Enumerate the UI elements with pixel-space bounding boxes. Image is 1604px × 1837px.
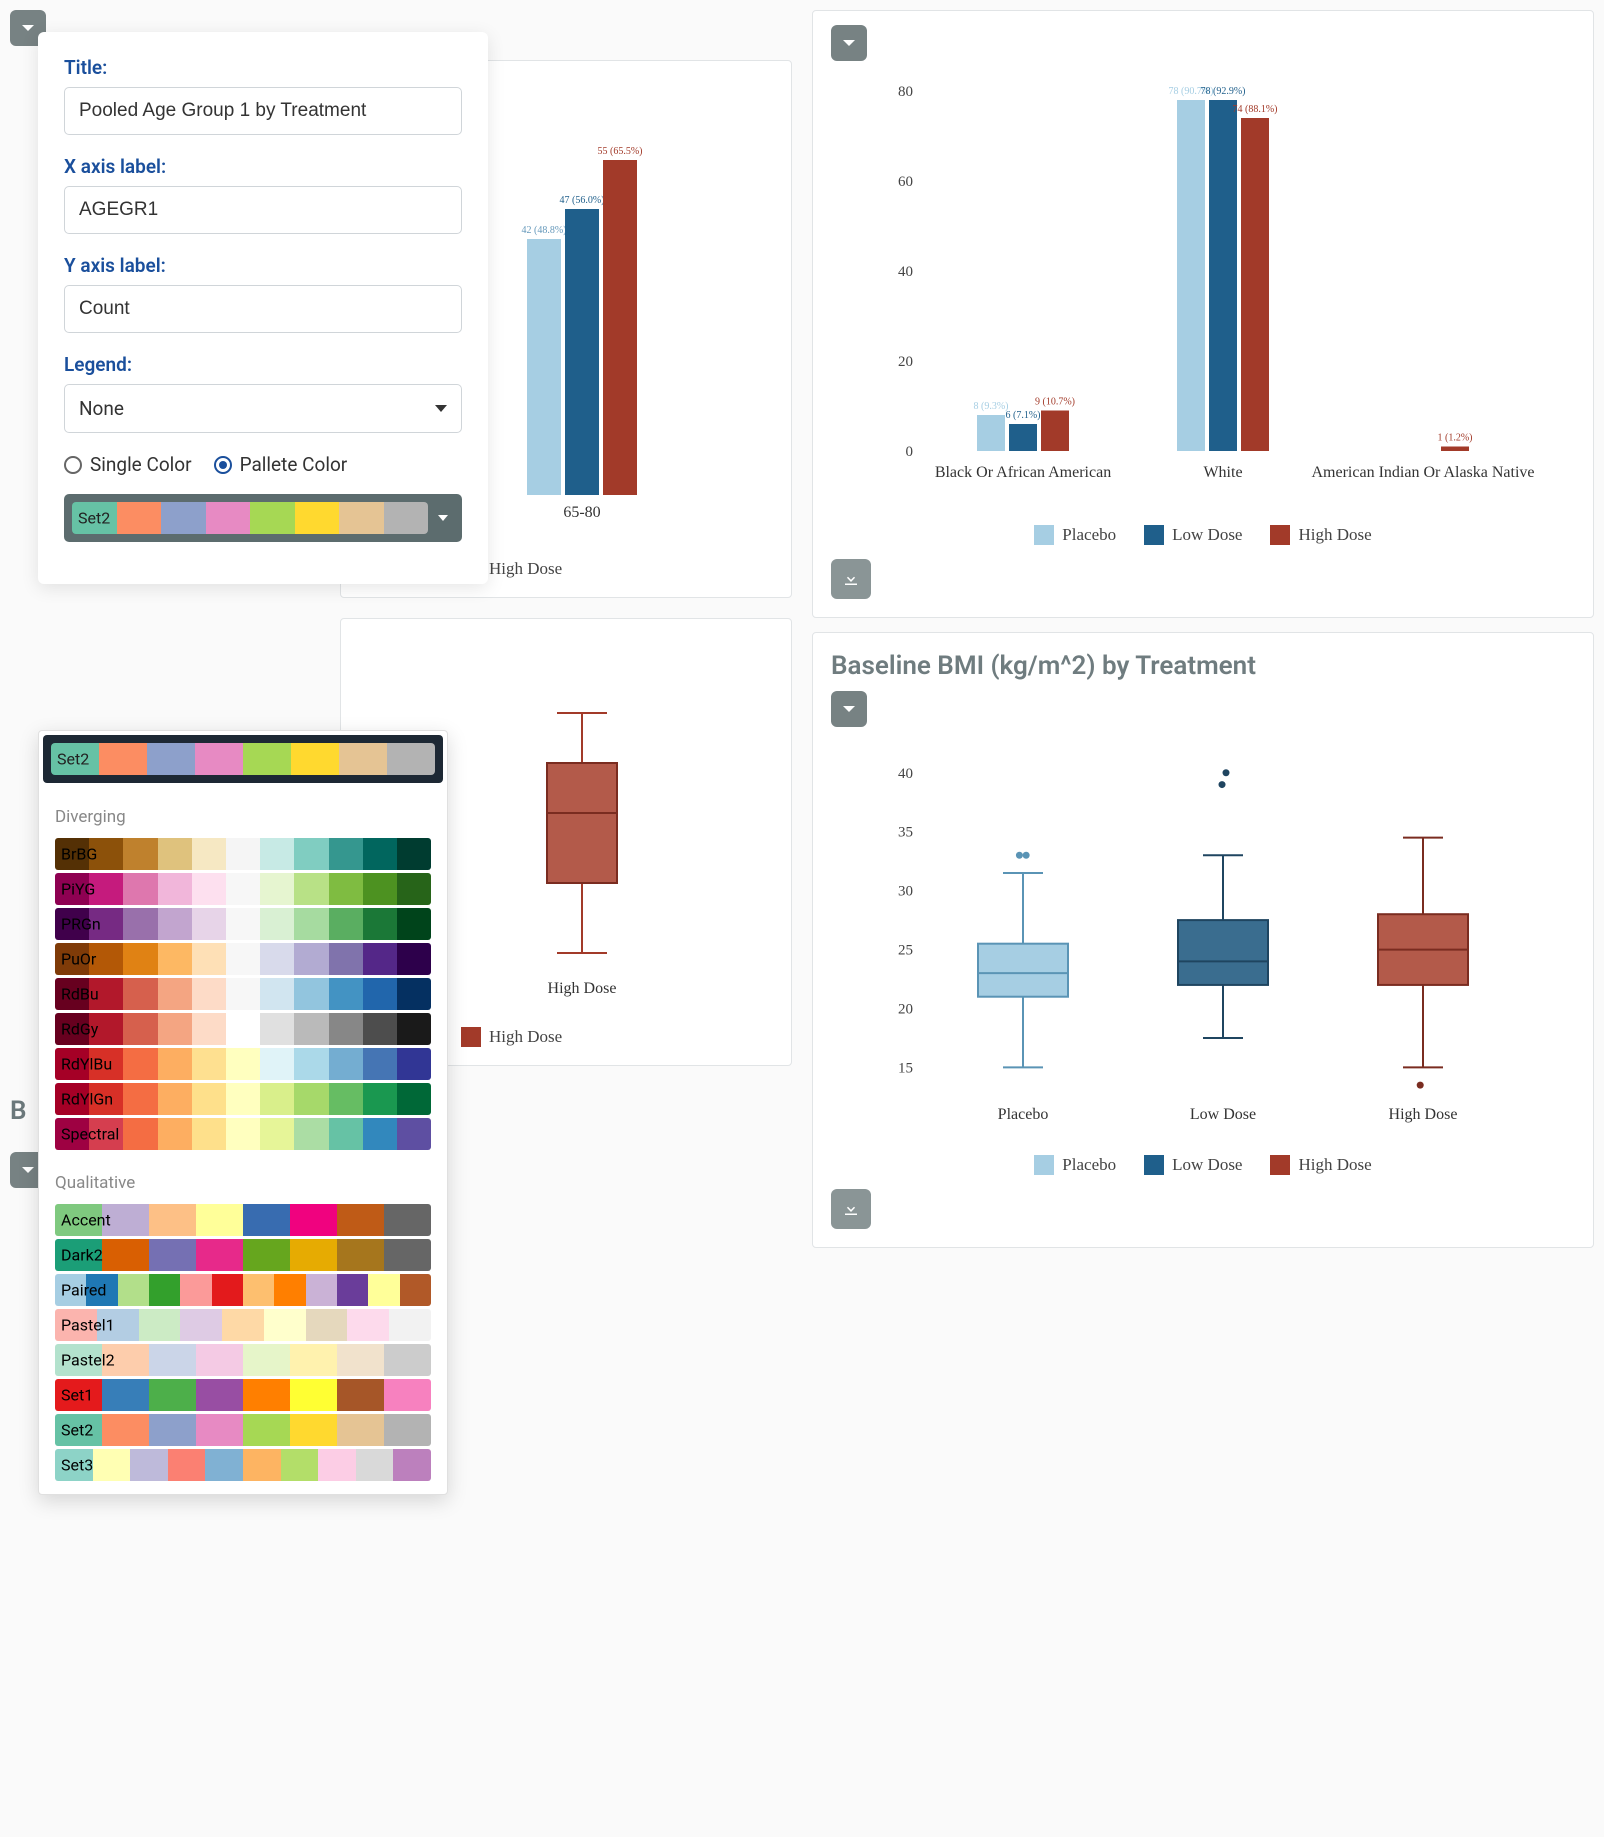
svg-text:American Indian Or Alaska Nati: American Indian Or Alaska Native [1311,464,1534,481]
y-axis-label: Y axis label: [64,254,462,277]
palette-dropdown: Set2 DivergingBrBGPiYGPRGnPuOrRdBuRdGyRd… [38,730,448,1495]
svg-text:20: 20 [898,1002,913,1018]
palette-option-spectral[interactable]: Spectral [55,1118,431,1150]
palette-option-piyg[interactable]: PiYG [55,873,431,905]
radio-single-color[interactable]: Single Color [64,453,192,476]
bmi-title: Baseline BMI (kg/m^2) by Treatment [831,651,1575,681]
svg-text:42 (48.8%): 42 (48.8%) [522,225,567,236]
bmi-chart: 15 20 25 30 35 40 Placebo Low Dose High Dose [831,741,1575,1141]
chart-settings-panel: Title: X axis label: Y axis label: Legen… [38,32,488,584]
svg-text:0: 0 [906,444,914,460]
truncated-title-left: B [10,1096,27,1126]
palette-option-set2[interactable]: Set2 [55,1414,431,1446]
race-legend: Placebo Low Dose High Dose [831,525,1575,545]
palette-option-brbg[interactable]: BrBG [55,838,431,870]
palette-dropdown-selected[interactable]: Set2 [43,735,443,783]
download-button-bmi[interactable] [831,1189,871,1229]
svg-text:80: 80 [898,84,913,100]
radio-palette-color[interactable]: Pallete Color [214,453,348,476]
palette-option-rdgy[interactable]: RdGy [55,1013,431,1045]
svg-text:35: 35 [898,825,913,841]
chart-race-panel: 0 20 40 60 80 8 (9.3%)6 (7.1%) 9 (10.7%) Black … [812,10,1594,618]
palette-option-rdylbu[interactable]: RdYlBu [55,1048,431,1080]
x-axis-input[interactable] [64,186,462,234]
legend-select[interactable]: None [64,384,462,433]
palette-option-set3[interactable]: Set3 [55,1449,431,1481]
palette-option-rdylgn[interactable]: RdYlGn [55,1083,431,1115]
svg-text:25: 25 [898,943,913,959]
svg-text:1 (1.2%): 1 (1.2%) [1438,433,1473,444]
svg-text:78 (92.9%): 78 (92.9%) [1201,86,1246,97]
svg-text:Black Or African American: Black Or African American [935,464,1111,481]
palette-option-pastel2[interactable]: Pastel2 [55,1344,431,1376]
svg-text:74 (88.1%): 74 (88.1%) [1233,104,1278,115]
palette-option-accent[interactable]: Accent [55,1204,431,1236]
y-axis-input[interactable] [64,285,462,333]
race-chart: 0 20 40 60 80 8 (9.3%)6 (7.1%) 9 (10.7%) Black … [831,71,1575,511]
palette-option-puor[interactable]: PuOr [55,943,431,975]
svg-text:8 (9.3%): 8 (9.3%) [974,401,1009,412]
panel-menu-toggle-race[interactable] [831,25,867,61]
svg-text:60: 60 [898,174,913,190]
palette-option-prgn[interactable]: PRGn [55,908,431,940]
palette-option-set1[interactable]: Set1 [55,1379,431,1411]
palette-option-rdbu[interactable]: RdBu [55,978,431,1010]
palette-option-pastel1[interactable]: Pastel1 [55,1309,431,1341]
svg-text:White: White [1203,464,1242,481]
chart-bmi-panel: Baseline BMI (kg/m^2) by Treatment 15 20 2… [812,632,1594,1248]
panel-menu-toggle-bmi[interactable] [831,691,867,727]
svg-text:High Dose: High Dose [1389,1106,1458,1123]
palette-select[interactable]: Set2 [64,494,462,542]
download-button-race[interactable] [831,559,871,599]
svg-text:55 (65.5%): 55 (65.5%) [598,146,643,157]
svg-text:47 (56.0%): 47 (56.0%) [560,195,605,206]
bmi-legend: Placebo Low Dose High Dose [831,1155,1575,1175]
palette-group-label: Qualitative [39,1153,447,1201]
svg-text:20: 20 [898,354,913,370]
palette-group-label: Diverging [39,787,447,835]
svg-text:40: 40 [898,264,913,280]
svg-text:9 (10.7%): 9 (10.7%) [1035,397,1075,408]
category-65-80: 65-80 [563,504,600,521]
svg-text:Low Dose: Low Dose [1190,1106,1256,1123]
svg-text:30: 30 [898,884,913,900]
palette-option-dark2[interactable]: Dark2 [55,1239,431,1271]
svg-text:40: 40 [898,766,913,782]
legend-label: Legend: [64,353,462,376]
x-axis-label: X axis label: [64,155,462,178]
title-input[interactable] [64,87,462,135]
svg-text:Placebo: Placebo [998,1106,1049,1123]
svg-text:15: 15 [898,1060,913,1076]
title-label: Title: [64,56,462,79]
svg-text:High Dose: High Dose [548,980,617,997]
palette-option-paired[interactable]: Paired [55,1274,431,1306]
svg-text:6 (7.1%): 6 (7.1%) [1006,410,1041,421]
